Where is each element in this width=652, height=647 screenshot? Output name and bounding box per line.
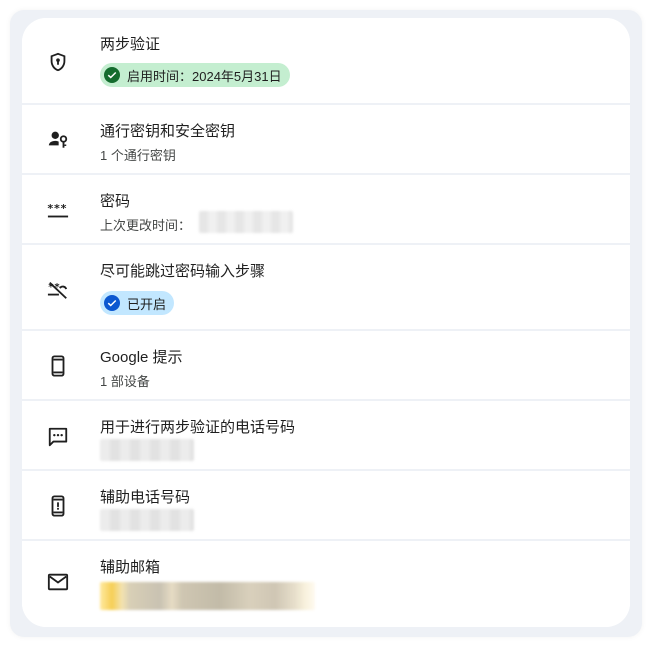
row-subtitle: 上次更改时间： bbox=[100, 218, 192, 233]
redacted-phone-number bbox=[100, 439, 194, 461]
phone-alert-icon bbox=[46, 494, 70, 518]
row-title: Google 提示 bbox=[100, 349, 183, 366]
password-row[interactable]: *** 密码 上次更改时间： bbox=[22, 173, 630, 243]
passkey-icon bbox=[46, 127, 70, 151]
row-title: 两步验证 bbox=[100, 36, 161, 53]
skip-password-icon: ** bbox=[46, 278, 70, 302]
skip-password-row[interactable]: ** 尽可能跳过密码输入步骤 已开启 bbox=[22, 243, 630, 329]
check-circle-icon bbox=[104, 67, 120, 83]
two-step-verification-row[interactable]: 两步验证 启用时间：2024年5月31日 bbox=[22, 18, 630, 103]
row-title: 辅助邮箱 bbox=[100, 559, 161, 576]
status-chip-on: 已开启 bbox=[100, 291, 175, 315]
row-title: 尽可能跳过密码输入步骤 bbox=[100, 263, 266, 280]
redacted-date bbox=[199, 211, 293, 233]
password-dots-icon: *** bbox=[46, 199, 70, 223]
chip-label: 已开启 bbox=[127, 296, 167, 312]
svg-text:***: *** bbox=[47, 202, 67, 215]
check-circle-icon bbox=[104, 295, 120, 311]
mail-icon bbox=[46, 570, 70, 594]
sms-icon bbox=[46, 425, 70, 449]
row-title: 通行密钥和安全密钥 bbox=[100, 123, 236, 140]
phone-icon bbox=[46, 354, 70, 378]
redacted-email bbox=[100, 582, 315, 610]
row-title: 用于进行两步验证的电话号码 bbox=[100, 419, 296, 436]
row-subtitle: 1 部设备 bbox=[100, 374, 150, 389]
shield-lock-icon bbox=[46, 50, 70, 74]
row-subtitle: 1 个通行密钥 bbox=[100, 148, 176, 163]
security-panel-background: 两步验证 启用时间：2024年5月31日 通行密钥和安全密钥 1 个通行密钥 *… bbox=[10, 10, 642, 637]
passkeys-row[interactable]: 通行密钥和安全密钥 1 个通行密钥 bbox=[22, 103, 630, 173]
google-prompt-row[interactable]: Google 提示 1 部设备 bbox=[22, 329, 630, 399]
two-step-phone-row[interactable]: 用于进行两步验证的电话号码 bbox=[22, 399, 630, 469]
status-chip-enabled-date: 启用时间：2024年5月31日 bbox=[100, 63, 290, 87]
signin-methods-card: 两步验证 启用时间：2024年5月31日 通行密钥和安全密钥 1 个通行密钥 *… bbox=[22, 18, 630, 627]
recovery-phone-row[interactable]: 辅助电话号码 bbox=[22, 469, 630, 539]
row-title: 辅助电话号码 bbox=[100, 489, 191, 506]
recovery-email-row[interactable]: 辅助邮箱 bbox=[22, 539, 630, 627]
redacted-phone-number bbox=[100, 509, 194, 531]
row-title: 密码 bbox=[100, 193, 131, 210]
chip-label: 启用时间：2024年5月31日 bbox=[127, 68, 282, 84]
